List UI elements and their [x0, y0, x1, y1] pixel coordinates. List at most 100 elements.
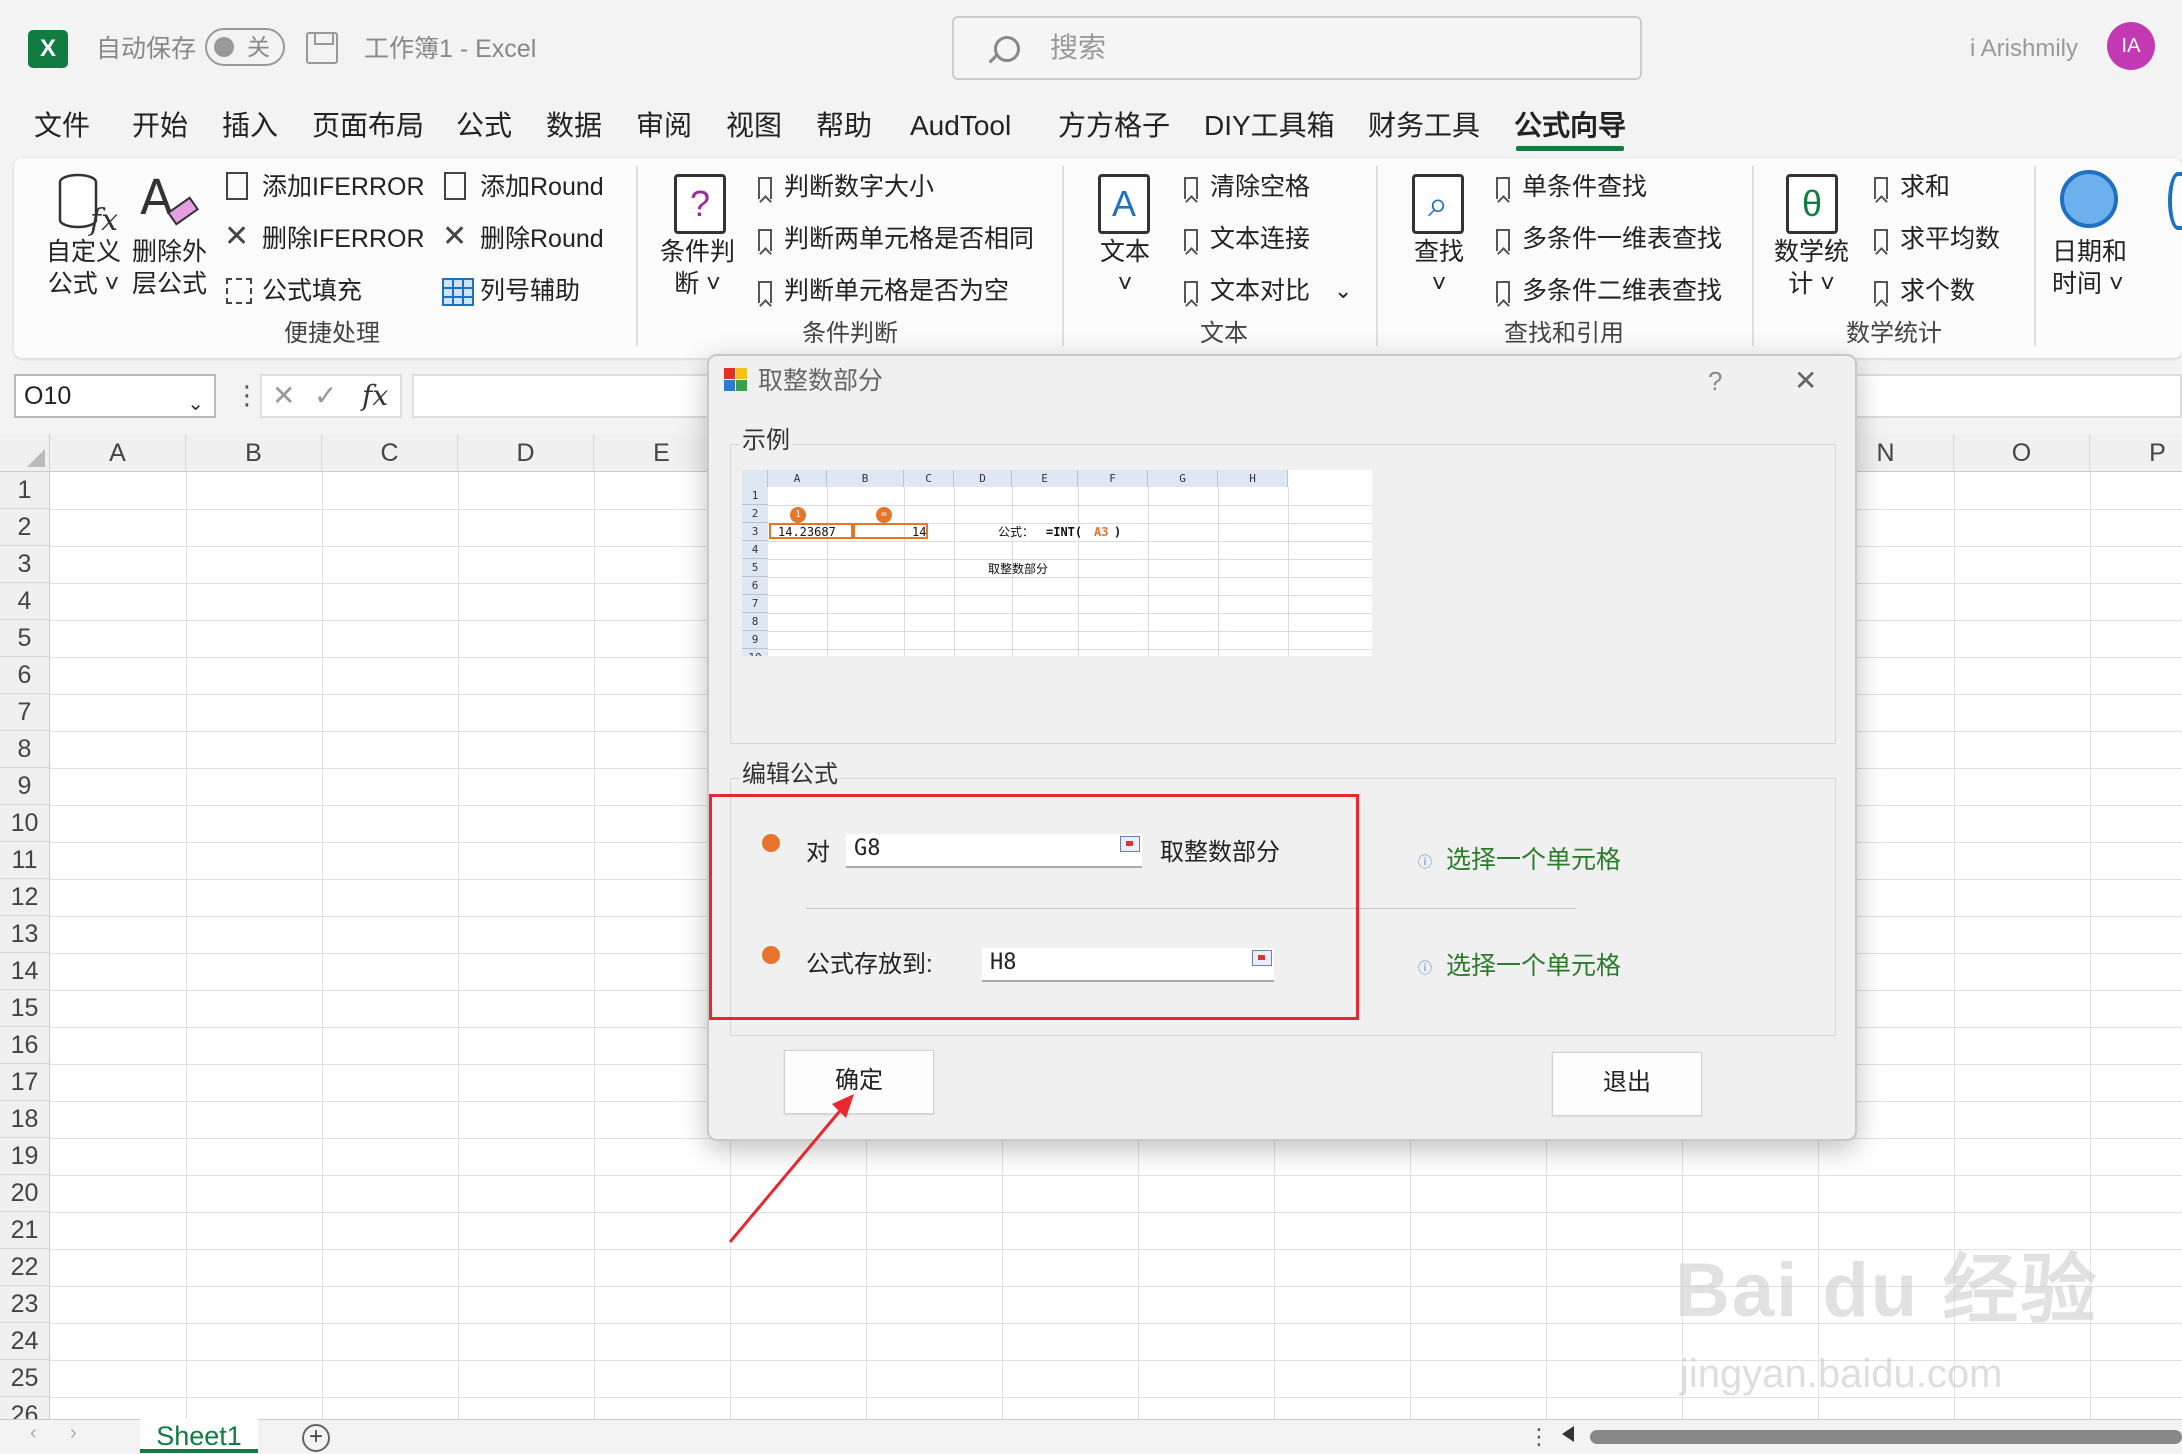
tab-help[interactable]: 帮助	[816, 106, 872, 146]
text-compare[interactable]: 文本对比	[1184, 274, 1310, 308]
row-header[interactable]: 7	[0, 694, 50, 731]
remove-outer-formula-button[interactable]: 删除外 层公式	[132, 236, 207, 300]
row-header[interactable]: 23	[0, 1286, 50, 1323]
row-header[interactable]: 8	[0, 731, 50, 768]
count[interactable]: 求个数	[1874, 274, 1975, 308]
toggle-knob	[214, 37, 234, 57]
row-header[interactable]: 20	[0, 1175, 50, 1212]
column-header[interactable]: P	[2090, 434, 2182, 472]
row-header[interactable]: 19	[0, 1138, 50, 1175]
help-icon[interactable]: ?	[1708, 362, 1722, 400]
name-box[interactable]: O10 ⌄	[14, 374, 216, 418]
scroll-left-icon[interactable]: ‹	[30, 1422, 37, 1445]
judge-cell-empty[interactable]: 判断单元格是否为空	[758, 274, 1009, 308]
condition-judge-button[interactable]: 条件判 断 ˅	[660, 236, 735, 300]
mini-gridline	[768, 559, 1372, 560]
insert-function-icon[interactable]: fx	[362, 376, 388, 416]
column-header[interactable]: B	[186, 434, 322, 472]
tab-insert[interactable]: 插入	[222, 106, 278, 146]
scroll-left-arrow-icon[interactable]	[1562, 1426, 1574, 1442]
select-all-corner[interactable]	[0, 434, 50, 472]
exit-button[interactable]: 退出	[1552, 1052, 1702, 1116]
row-header[interactable]: 5	[0, 620, 50, 657]
delete-iferror-button[interactable]: 删除IFERROR	[262, 222, 425, 256]
tab-diy-toolbox[interactable]: DIY工具箱	[1204, 106, 1335, 146]
tab-file[interactable]: 文件	[34, 106, 90, 146]
row-header[interactable]: 15	[0, 990, 50, 1027]
date-time-icon	[2060, 170, 2118, 228]
multi-condition-2d-lookup[interactable]: 多条件二维表查找	[1496, 274, 1722, 308]
tab-page-layout[interactable]: 页面布局	[312, 106, 424, 146]
mini-row-header: 2	[742, 505, 768, 523]
row-header[interactable]: 11	[0, 842, 50, 879]
more-options-icon[interactable]: ⋮	[234, 380, 260, 411]
math-stats-icon: θ	[1786, 174, 1838, 234]
row-header[interactable]: 9	[0, 768, 50, 805]
tab-home[interactable]: 开始	[132, 106, 188, 146]
add-round-button[interactable]: 添加Round	[480, 170, 604, 204]
row-header[interactable]: 10	[0, 805, 50, 842]
add-iferror-button[interactable]: 添加IFERROR	[262, 170, 425, 204]
row-header[interactable]: 13	[0, 916, 50, 953]
row-header[interactable]: 21	[0, 1212, 50, 1249]
horizontal-scrollbar[interactable]	[1590, 1430, 2182, 1444]
user-name[interactable]: i Arishmily	[1970, 30, 2078, 68]
row-header[interactable]: 3	[0, 546, 50, 583]
row-header[interactable]: 14	[0, 953, 50, 990]
tab-finance-tools[interactable]: 财务工具	[1368, 106, 1480, 146]
row-header[interactable]: 12	[0, 879, 50, 916]
mini-row-header: 5	[742, 559, 768, 577]
autosave-toggle[interactable]: 关	[205, 28, 285, 66]
clear-spaces[interactable]: 清除空格	[1184, 170, 1310, 204]
row-header[interactable]: 16	[0, 1027, 50, 1064]
tab-audtool[interactable]: AudTool	[910, 106, 1011, 146]
single-condition-lookup[interactable]: 单条件查找	[1496, 170, 1647, 204]
text-button[interactable]: 文本 ˅	[1100, 236, 1150, 300]
tab-formulas[interactable]: 公式	[456, 106, 512, 146]
text-concat[interactable]: 文本连接	[1184, 222, 1310, 256]
multi-condition-1d-lookup[interactable]: 多条件一维表查找	[1496, 222, 1722, 256]
avatar[interactable]: IA	[2107, 22, 2155, 70]
tab-view[interactable]: 视图	[726, 106, 782, 146]
column-helper-button[interactable]: 列号辅助	[480, 274, 580, 308]
column-header[interactable]: D	[458, 434, 594, 472]
date-time-button[interactable]: 日期和 时间 ˅	[2052, 236, 2127, 300]
row-header[interactable]: 18	[0, 1101, 50, 1138]
column-header[interactable]: A	[50, 434, 186, 472]
scroll-right-icon[interactable]: ›	[70, 1422, 77, 1445]
row-header[interactable]: 4	[0, 583, 50, 620]
delete-round-button[interactable]: 删除Round	[480, 222, 604, 256]
more-icon[interactable]: ⋮	[1528, 1424, 1550, 1450]
save-icon[interactable]	[306, 32, 338, 64]
row-header[interactable]: 25	[0, 1360, 50, 1397]
row-header[interactable]: 6	[0, 657, 50, 694]
judge-number-size[interactable]: 判断数字大小	[758, 170, 934, 204]
row-header[interactable]: 22	[0, 1249, 50, 1286]
custom-formula-button[interactable]: 自定义 公式 ˅	[46, 236, 121, 300]
add-sheet-icon[interactable]: +	[302, 1424, 330, 1452]
tab-fangfang[interactable]: 方方格子	[1058, 106, 1170, 146]
row-header[interactable]: 24	[0, 1323, 50, 1360]
tab-data[interactable]: 数据	[546, 106, 602, 146]
formula-fill-button[interactable]: 公式填充	[262, 274, 362, 308]
tab-formula-wizard[interactable]: 公式向导	[1514, 106, 1626, 146]
mini-row-header: 4	[742, 541, 768, 559]
row-header[interactable]: 17	[0, 1064, 50, 1101]
confirm-icon[interactable]: ✓	[314, 376, 337, 416]
tab-review[interactable]: 审阅	[636, 106, 692, 146]
lookup-button[interactable]: 查找 ˅	[1414, 236, 1464, 300]
search-box[interactable]: 搜索	[952, 16, 1642, 80]
row-header[interactable]: 1	[0, 472, 50, 509]
sheet-tab-sheet1[interactable]: Sheet1	[140, 1419, 258, 1453]
column-header[interactable]: C	[322, 434, 458, 472]
chevron-down-icon[interactable]: ⌄	[1334, 274, 1352, 308]
row-header[interactable]: 2	[0, 509, 50, 546]
column-header[interactable]: O	[1954, 434, 2090, 472]
chevron-down-icon[interactable]: ⌄	[187, 384, 204, 424]
sum[interactable]: 求和	[1874, 170, 1950, 204]
judge-two-cells-same[interactable]: 判断两单元格是否相同	[758, 222, 1034, 256]
average[interactable]: 求平均数	[1874, 222, 2000, 256]
close-icon[interactable]: ✕	[1794, 362, 1817, 400]
math-stats-button[interactable]: 数学统 计 ˅	[1774, 236, 1849, 300]
cancel-icon[interactable]: ✕	[272, 376, 295, 416]
